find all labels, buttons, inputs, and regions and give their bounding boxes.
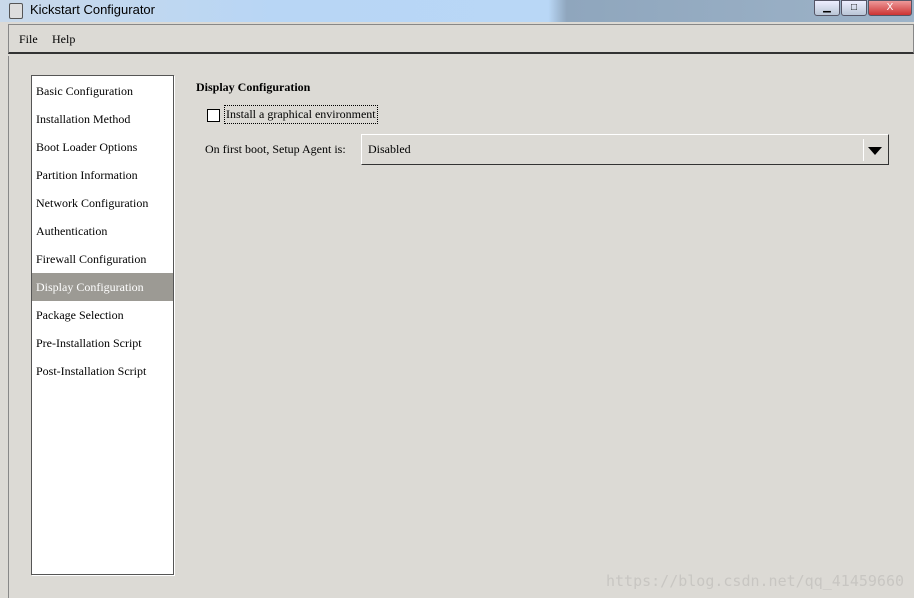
sidebar-item-basic-configuration[interactable]: Basic Configuration [32,77,173,105]
setup-agent-dropdown[interactable]: Disabled [361,134,889,165]
window-title: Kickstart Configurator [30,2,155,17]
setup-agent-label: On first boot, Setup Agent is: [205,142,346,156]
dropdown-separator [863,139,864,161]
sidebar-item-package-selection[interactable]: Package Selection [32,301,173,329]
dropdown-arrow-icon[interactable] [868,147,882,155]
sidebar-item-network-configuration[interactable]: Network Configuration [32,189,173,217]
sidebar-item-post-installation-script[interactable]: Post-Installation Script [32,357,173,385]
menu-file[interactable]: File [19,32,38,47]
sidebar-item-boot-loader-options[interactable]: Boot Loader Options [32,133,173,161]
install-graphical-label[interactable]: Install a graphical environment [224,105,378,124]
sidebar-item-authentication[interactable]: Authentication [32,217,173,245]
maximize-button[interactable]: □ [841,0,867,16]
close-button[interactable]: X [868,0,912,16]
section-title: Display Configuration [196,80,311,94]
title-bar: Kickstart Configurator ▁ □ X [0,0,914,22]
sidebar-item-installation-method[interactable]: Installation Method [32,105,173,133]
main-panel: Basic Configuration Installation Method … [8,56,914,598]
section-list: Basic Configuration Installation Method … [31,75,174,575]
sidebar-item-pre-installation-script[interactable]: Pre-Installation Script [32,329,173,357]
sidebar-item-partition-information[interactable]: Partition Information [32,161,173,189]
minimize-button[interactable]: ▁ [814,0,840,16]
menu-bar: File Help [8,24,914,54]
menu-help[interactable]: Help [52,32,75,47]
sidebar-item-display-configuration[interactable]: Display Configuration [32,273,173,301]
sidebar-item-firewall-configuration[interactable]: Firewall Configuration [32,245,173,273]
install-graphical-checkbox[interactable] [207,109,220,122]
app-icon [9,3,23,19]
setup-agent-value: Disabled [368,142,411,156]
watermark: https://blog.csdn.net/qq_41459660 [605,572,904,590]
